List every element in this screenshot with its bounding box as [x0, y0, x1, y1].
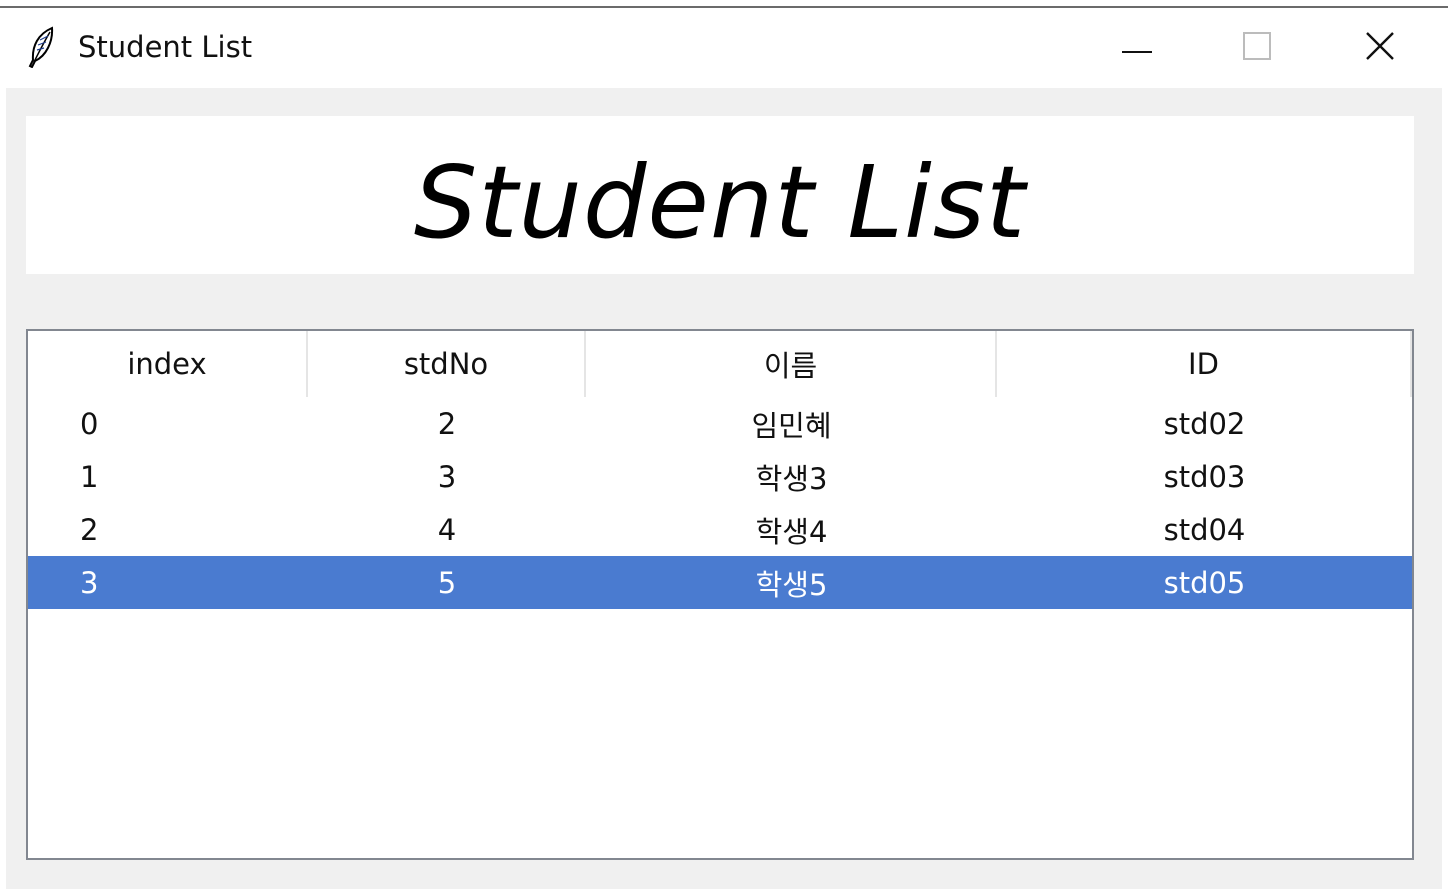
minimize-button[interactable] [1077, 8, 1197, 88]
maximize-button[interactable] [1197, 8, 1317, 88]
cell-name: 학생3 [755, 461, 828, 496]
table-row[interactable]: 1 3 학생3 std03 [28, 450, 1412, 503]
close-icon [1365, 31, 1395, 65]
student-table[interactable]: index stdNo 이름 ID 0 2 임민혜 std02 1 3 학생3 … [26, 329, 1414, 860]
column-header-name[interactable]: 이름 [586, 331, 997, 397]
feather-icon [26, 26, 58, 69]
header-panel: Student List [26, 116, 1414, 274]
cell-name: 임민혜 [751, 408, 832, 443]
cell-index: 0 [80, 406, 99, 441]
table-body: 0 2 임민혜 std02 1 3 학생3 std03 2 4 학생4 std0… [28, 397, 1412, 609]
cell-stdno: 2 [437, 406, 457, 441]
maximize-icon [1243, 32, 1271, 64]
cell-id: std04 [1163, 512, 1246, 547]
client-area: Student List index stdNo 이름 ID 0 2 임민혜 s… [6, 88, 1442, 889]
cell-index: 3 [80, 565, 99, 600]
cell-index: 2 [80, 512, 99, 547]
column-header-stdno[interactable]: stdNo [308, 331, 586, 397]
cell-id: std05 [1163, 565, 1246, 600]
minimize-icon [1122, 39, 1152, 58]
cell-stdno: 5 [437, 565, 457, 600]
cell-stdno: 4 [437, 512, 457, 547]
column-header-index[interactable]: index [28, 331, 308, 397]
cell-index: 1 [80, 459, 99, 494]
cell-id: std03 [1163, 459, 1246, 494]
table-row[interactable]: 2 4 학생4 std04 [28, 503, 1412, 556]
table-row[interactable]: 0 2 임민혜 std02 [28, 397, 1412, 450]
table-row-selected[interactable]: 3 5 학생5 std05 [28, 556, 1412, 609]
title-bar[interactable]: Student List [0, 8, 1448, 88]
cell-stdno: 3 [437, 459, 457, 494]
close-button[interactable] [1320, 8, 1440, 88]
window-title: Student List [78, 30, 253, 64]
cell-name: 학생5 [755, 567, 828, 602]
table-header: index stdNo 이름 ID [28, 331, 1412, 397]
app-window: Student List Student List index stdNo 이름… [0, 0, 1448, 889]
column-header-id[interactable]: ID [997, 331, 1412, 397]
page-title: Student List [413, 143, 1027, 261]
cell-id: std02 [1163, 406, 1246, 441]
cell-name: 학생4 [755, 514, 828, 549]
